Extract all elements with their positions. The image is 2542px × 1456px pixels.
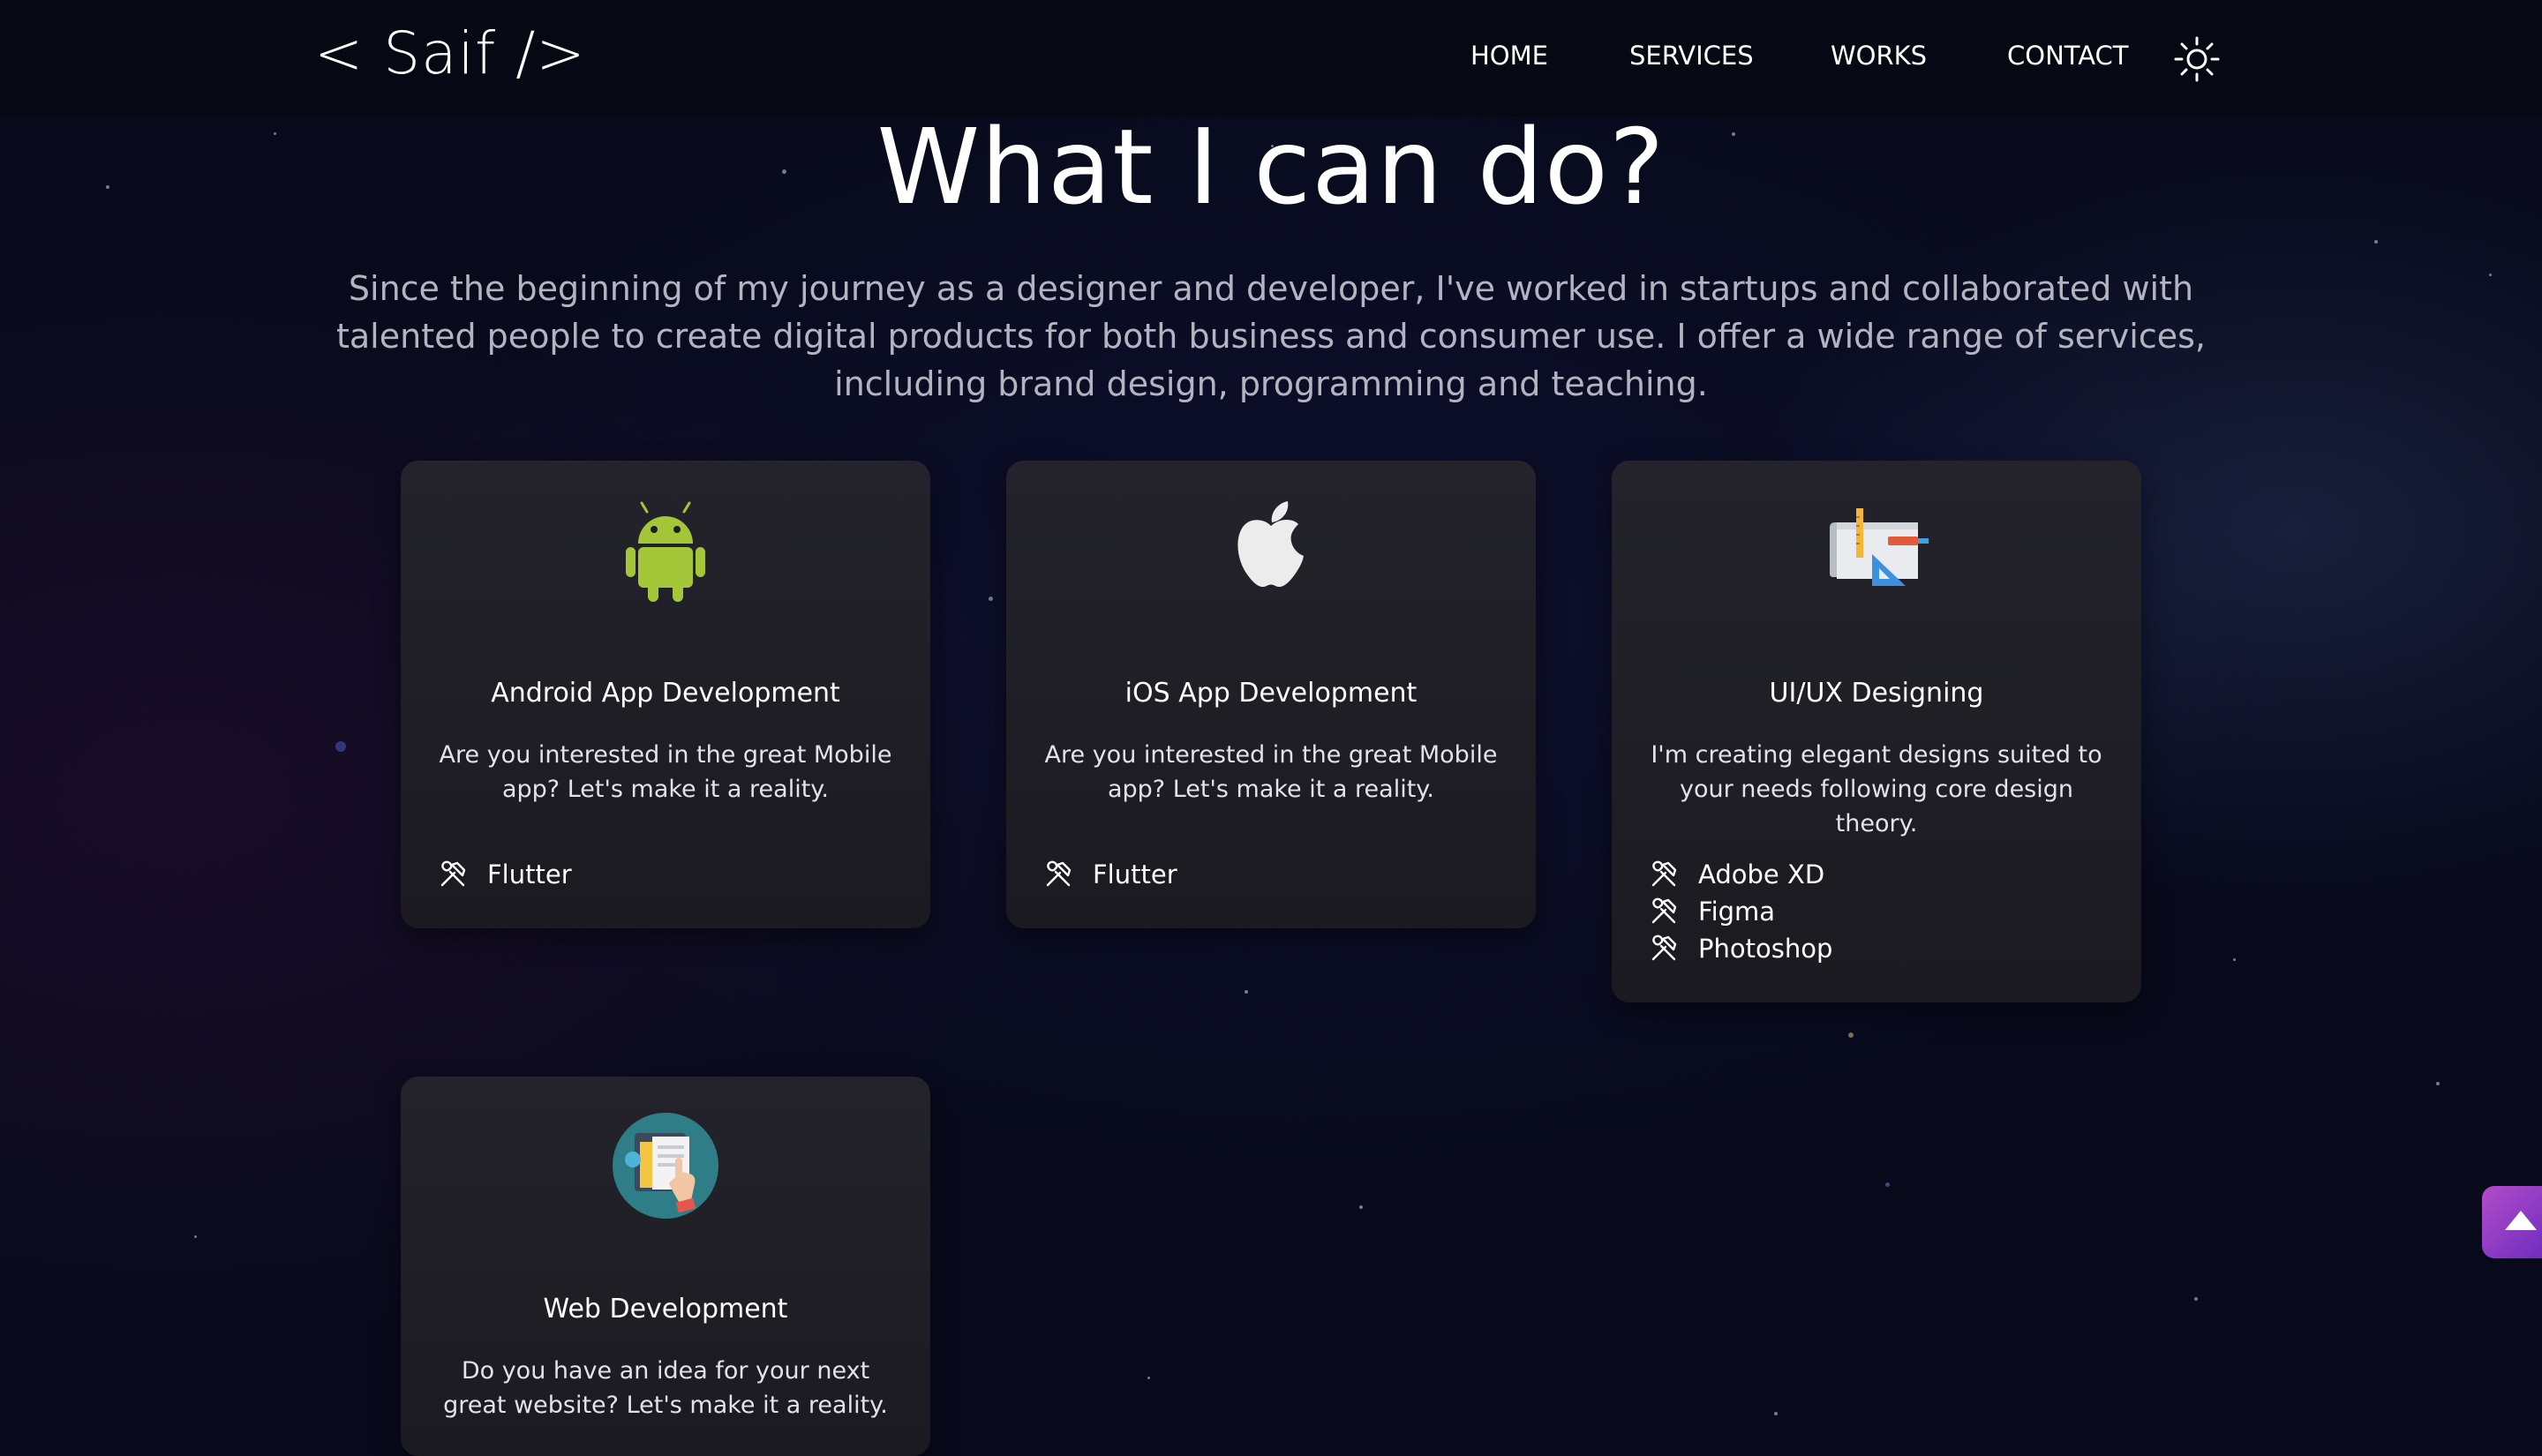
tools-icon xyxy=(1046,860,1072,887)
design-tools-icon xyxy=(1830,508,1929,586)
service-card-uiux[interactable]: UI/UX Designing I'm creating elegant des… xyxy=(1612,461,2141,1002)
nav-item-contact[interactable]: CONTACT xyxy=(2007,41,2129,71)
service-description: I'm creating elegant designs suited to y… xyxy=(1651,741,2102,837)
service-title: iOS App Development xyxy=(1124,678,1418,709)
site-logo[interactable]: < Saif /> xyxy=(314,19,586,87)
nav-item-services[interactable]: SERVICES xyxy=(1629,41,1754,71)
service-description: Do you have an idea for your next great … xyxy=(443,1357,888,1419)
tool-label: Flutter xyxy=(1093,859,1177,889)
section-intro: Since the beginning of my journey as a d… xyxy=(335,269,2207,403)
top-navbar: < Saif /> HOME SERVICES WORKS CONTACT xyxy=(0,0,2542,116)
web-development-icon xyxy=(613,1113,718,1219)
sun-icon[interactable] xyxy=(2173,35,2221,83)
service-title: Web Development xyxy=(543,1294,788,1325)
tool-label: Figma xyxy=(1698,897,1776,927)
tool-item: Adobe XD xyxy=(1649,856,1832,893)
nav-item-home[interactable]: HOME xyxy=(1470,41,1548,71)
service-description: Are you interested in the great Mobile a… xyxy=(1044,741,1498,803)
tool-item: Flutter xyxy=(438,856,572,893)
service-card-ios[interactable]: iOS App Development Are you interested i… xyxy=(1006,461,1536,928)
tools-icon xyxy=(440,860,466,887)
tools-icon xyxy=(1651,934,1677,961)
service-card-android[interactable]: Android App Development Are you interest… xyxy=(401,461,930,928)
tools-icon xyxy=(1651,897,1677,924)
tool-label: Photoshop xyxy=(1698,934,1833,964)
service-title: Android App Development xyxy=(491,678,840,709)
service-description: Are you interested in the great Mobile a… xyxy=(439,741,892,803)
tool-item: Figma xyxy=(1649,893,1832,930)
tool-list: Flutter xyxy=(438,856,572,893)
nav-item-works[interactable]: WORKS xyxy=(1831,41,1927,71)
tool-list: Adobe XD Figma Photoshop xyxy=(1649,856,1832,967)
tool-list: Flutter xyxy=(1043,856,1177,893)
tools-icon xyxy=(1651,860,1677,887)
arrow-up-icon xyxy=(2505,1211,2537,1230)
scroll-to-top-button[interactable] xyxy=(2482,1186,2542,1258)
tool-label: Flutter xyxy=(487,859,572,889)
android-icon xyxy=(626,501,705,602)
apple-icon xyxy=(1237,501,1304,588)
tool-label: Adobe XD xyxy=(1698,859,1825,889)
tool-item: Photoshop xyxy=(1649,930,1832,967)
service-card-web[interactable]: Web Development Do you have an idea for … xyxy=(401,1077,930,1456)
service-title: UI/UX Designing xyxy=(1769,678,1984,709)
tool-item: Flutter xyxy=(1043,856,1177,893)
section-title: What I can do? xyxy=(876,106,1666,228)
